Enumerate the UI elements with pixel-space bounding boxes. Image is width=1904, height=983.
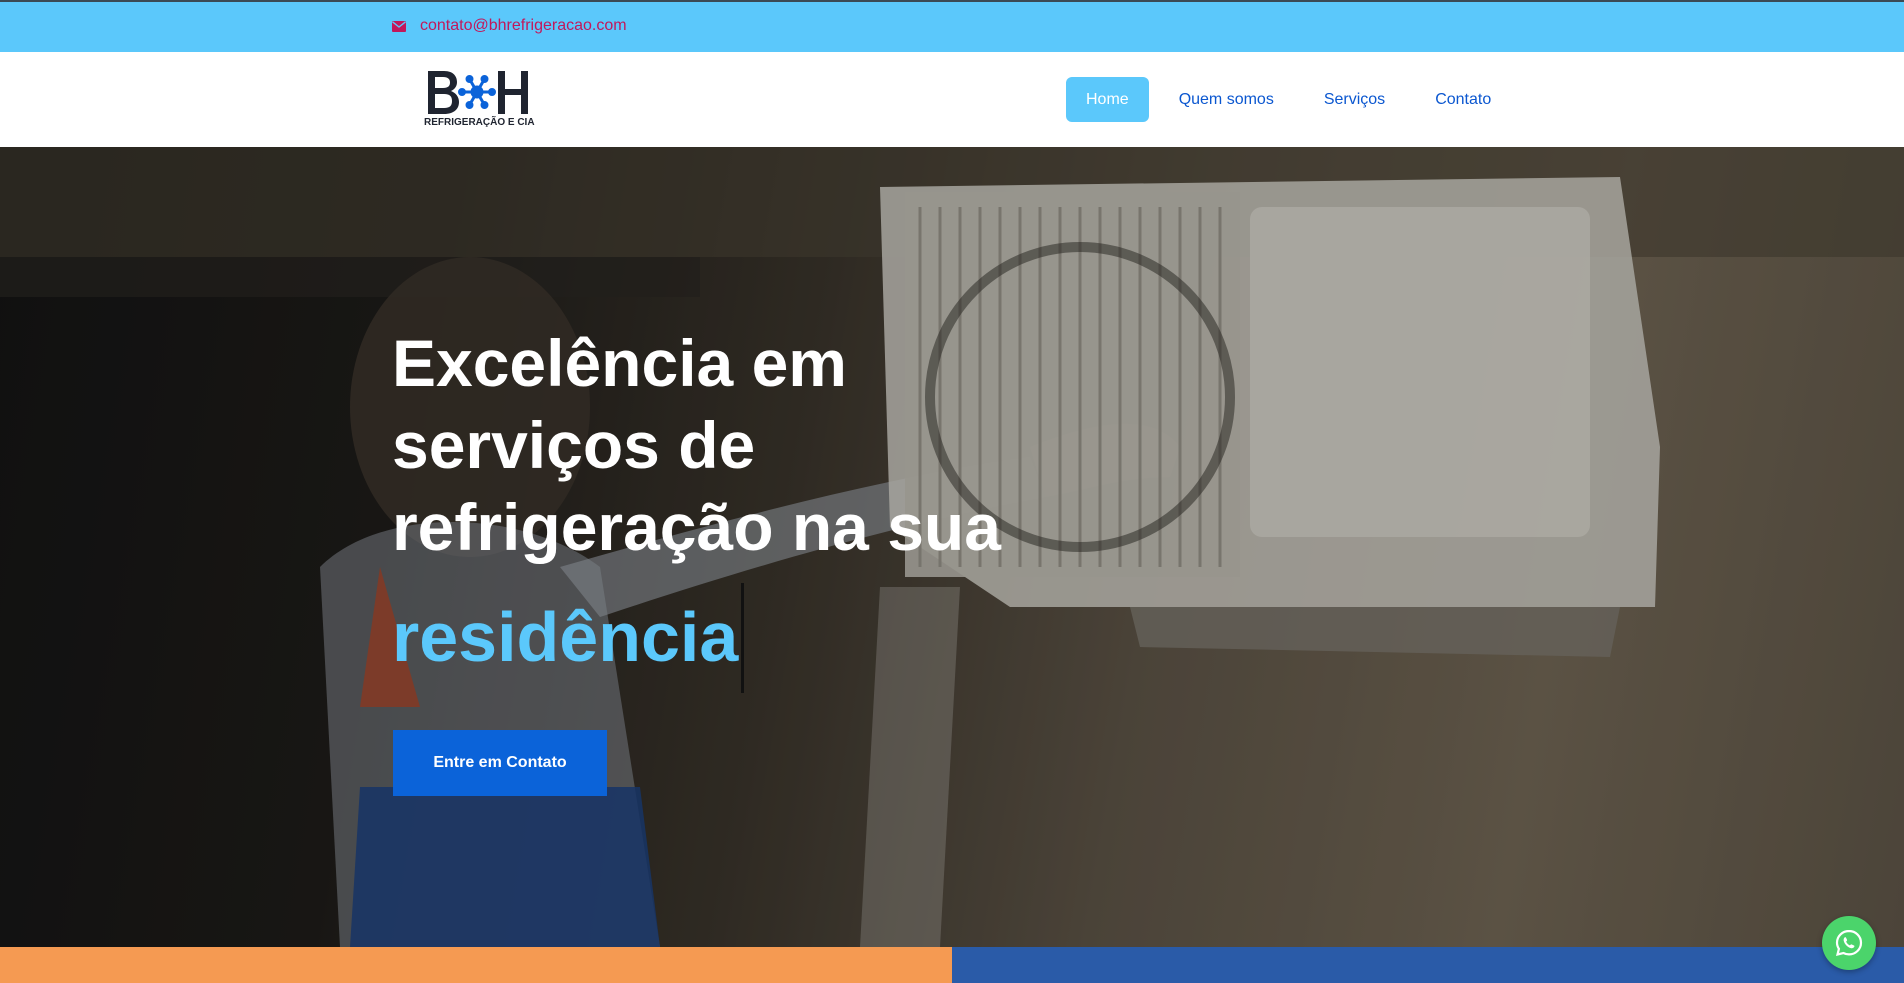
email-link[interactable]: contato@bhrefrigeracao.com xyxy=(392,17,627,35)
hero-section: Excelência em serviços de refrigeração n… xyxy=(0,147,1904,947)
nav-item-home[interactable]: Home xyxy=(1066,77,1149,122)
whatsapp-icon xyxy=(1835,929,1863,957)
main-menu: Home Quem somos Serviços Contato xyxy=(1066,77,1521,122)
brand-logo[interactable]: REFRIGERAÇÃO E CIA xyxy=(424,68,535,130)
brand-subtitle: REFRIGERAÇÃO E CIA xyxy=(424,117,535,128)
contact-cta-button[interactable]: Entre em Contato xyxy=(393,730,607,796)
whatsapp-button[interactable] xyxy=(1822,916,1876,970)
section-strip-orange xyxy=(0,947,952,983)
section-strip-blue xyxy=(952,947,1904,983)
nav-item-contato[interactable]: Contato xyxy=(1415,77,1511,122)
hero-highlight-word: residência xyxy=(392,598,739,676)
nav-item-servicos[interactable]: Serviços xyxy=(1304,77,1405,122)
envelope-icon xyxy=(392,20,406,32)
main-navbar: REFRIGERAÇÃO E CIA Home Quem somos Servi… xyxy=(0,52,1904,147)
email-text: contato@bhrefrigeracao.com xyxy=(420,17,627,34)
typing-caret xyxy=(741,583,744,693)
logo-mark xyxy=(428,71,528,114)
nav-item-quem-somos[interactable]: Quem somos xyxy=(1159,77,1294,122)
snowflake-icon xyxy=(458,75,496,109)
top-contact-bar: contato@bhrefrigeracao.com xyxy=(0,0,1904,52)
hero-title: Excelência em serviços de refrigeração n… xyxy=(392,326,1001,564)
